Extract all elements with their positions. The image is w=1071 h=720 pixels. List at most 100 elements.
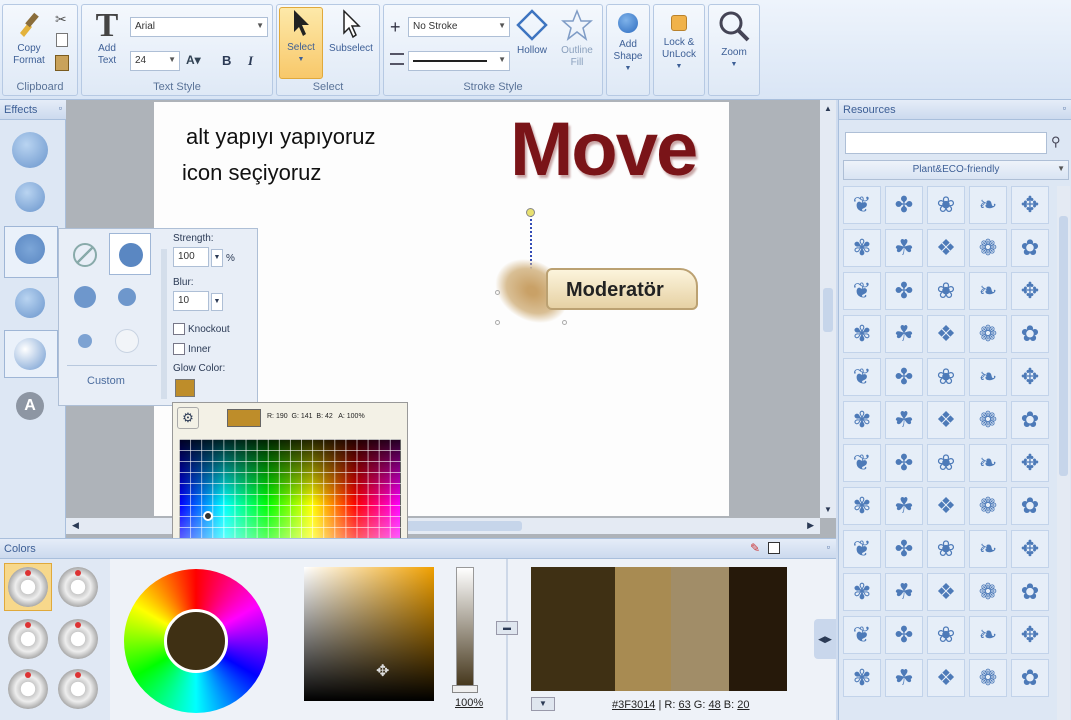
effect-reflection[interactable] bbox=[15, 288, 45, 318]
resource-leaf-item[interactable]: ✥ bbox=[1011, 272, 1049, 310]
font-size-select[interactable]: 24 ▼ bbox=[130, 51, 180, 71]
resource-leaf-item[interactable]: ✿ bbox=[1011, 315, 1049, 353]
custom-button[interactable]: Custom bbox=[87, 375, 125, 387]
no-fill-icon[interactable] bbox=[768, 542, 780, 554]
effect-bevel[interactable] bbox=[14, 338, 46, 370]
eyedropper-icon[interactable]: ✎ bbox=[750, 541, 760, 555]
resource-leaf-item[interactable]: ❖ bbox=[927, 315, 965, 353]
canvas-title-move[interactable]: Move bbox=[510, 106, 698, 193]
resource-leaf-item[interactable]: ✤ bbox=[885, 444, 923, 482]
glow-color-swatch[interactable] bbox=[175, 379, 195, 397]
resource-leaf-item[interactable]: ✤ bbox=[885, 530, 923, 568]
effect-glow[interactable] bbox=[15, 234, 45, 264]
resource-leaf-item[interactable]: ❦ bbox=[843, 444, 881, 482]
blur-input[interactable]: 10 bbox=[173, 291, 209, 311]
effect-shadow-1[interactable] bbox=[12, 132, 48, 168]
resource-leaf-item[interactable]: ❁ bbox=[969, 315, 1007, 353]
eyedropper-icon[interactable]: ⚙ bbox=[177, 407, 199, 429]
resource-leaf-item[interactable]: ❁ bbox=[969, 229, 1007, 267]
glow-none-option[interactable] bbox=[67, 237, 103, 273]
lock-unlock-button[interactable]: Lock & UnLock ▼ bbox=[654, 11, 704, 73]
collapse-panel-button[interactable]: ◀▶ bbox=[814, 619, 836, 659]
pin-icon[interactable]: ▫ bbox=[827, 542, 830, 552]
resource-leaf-item[interactable]: ❖ bbox=[927, 573, 965, 611]
resource-leaf-item[interactable]: ✤ bbox=[885, 358, 923, 396]
resource-leaf-item[interactable]: ❀ bbox=[927, 444, 965, 482]
resource-leaf-item[interactable]: ✥ bbox=[1011, 444, 1049, 482]
color-mode-knob[interactable] bbox=[8, 567, 48, 607]
resource-leaf-item[interactable]: ❁ bbox=[969, 659, 1007, 697]
resources-scrollbar[interactable] bbox=[1057, 186, 1070, 720]
scroll-thumb-horizontal[interactable] bbox=[406, 521, 522, 531]
pin-icon[interactable]: ▫ bbox=[1063, 103, 1066, 113]
resource-leaf-item[interactable]: ❖ bbox=[927, 229, 965, 267]
resource-leaf-item[interactable]: ☘ bbox=[885, 487, 923, 525]
color-swatch-3[interactable] bbox=[671, 567, 729, 691]
rotation-handle[interactable] bbox=[526, 208, 535, 217]
r-value[interactable]: 63 bbox=[678, 699, 690, 711]
hollow-button[interactable]: Hollow bbox=[512, 9, 552, 57]
resource-leaf-item[interactable]: ✿ bbox=[1011, 659, 1049, 697]
zoom-button[interactable]: Zoom ▼ bbox=[709, 9, 759, 71]
g-value[interactable]: 48 bbox=[708, 699, 720, 711]
effect-text-icon[interactable]: A bbox=[16, 392, 44, 420]
bold-button[interactable]: B bbox=[222, 53, 231, 68]
resource-leaf-item[interactable]: ❖ bbox=[927, 401, 965, 439]
font-family-select[interactable]: Arial ▼ bbox=[130, 17, 268, 37]
resource-leaf-item[interactable]: ✥ bbox=[1011, 616, 1049, 654]
strength-input[interactable]: 100 bbox=[173, 247, 209, 267]
resource-leaf-item[interactable]: ❁ bbox=[969, 401, 1007, 439]
text-align-button[interactable]: A▾ bbox=[186, 53, 201, 67]
resource-leaf-item[interactable]: ☘ bbox=[885, 229, 923, 267]
scroll-right-icon[interactable]: ▶ bbox=[807, 520, 814, 531]
opacity-thumb[interactable] bbox=[452, 685, 478, 693]
copy-icon[interactable] bbox=[56, 33, 68, 47]
line-style-select[interactable]: ▼ bbox=[408, 51, 510, 71]
resource-leaf-item[interactable]: ✾ bbox=[843, 401, 881, 439]
resource-leaf-item[interactable]: ✾ bbox=[843, 659, 881, 697]
resource-leaf-item[interactable]: ❀ bbox=[927, 358, 965, 396]
glow-preset-2[interactable] bbox=[67, 279, 103, 315]
color-swatch-1[interactable] bbox=[531, 567, 615, 691]
add-shape-button[interactable]: Add Shape ▼ bbox=[607, 11, 649, 75]
knockout-checkbox[interactable] bbox=[173, 323, 185, 335]
resource-leaf-item[interactable]: ❦ bbox=[843, 186, 881, 224]
strength-dropdown[interactable]: ▼ bbox=[211, 249, 223, 267]
selection-handle[interactable] bbox=[495, 320, 500, 325]
add-swatch-button[interactable]: ▬ bbox=[496, 621, 518, 635]
paste-icon[interactable] bbox=[55, 55, 69, 71]
cut-icon[interactable]: ✂ bbox=[55, 11, 67, 28]
color-swatch-2[interactable] bbox=[615, 567, 671, 691]
resource-leaf-item[interactable]: ❧ bbox=[969, 616, 1007, 654]
color-mode-knob[interactable] bbox=[8, 669, 48, 709]
resource-leaf-item[interactable]: ☘ bbox=[885, 659, 923, 697]
shade-square[interactable] bbox=[304, 567, 434, 701]
pin-icon[interactable]: ▫ bbox=[59, 103, 62, 113]
resource-leaf-item[interactable]: ❀ bbox=[927, 186, 965, 224]
resource-leaf-item[interactable]: ✾ bbox=[843, 573, 881, 611]
resource-leaf-item[interactable]: ❧ bbox=[969, 444, 1007, 482]
category-select[interactable]: Plant&ECO-friendly ▼ bbox=[843, 160, 1069, 180]
resource-leaf-item[interactable]: ❦ bbox=[843, 530, 881, 568]
italic-button[interactable]: I bbox=[248, 53, 253, 69]
effect-shadow-2[interactable] bbox=[15, 182, 45, 212]
resource-leaf-item[interactable]: ✾ bbox=[843, 487, 881, 525]
outline-fill-button[interactable]: Outline Fill bbox=[554, 8, 600, 69]
resource-leaf-item[interactable]: ❦ bbox=[843, 616, 881, 654]
resource-leaf-item[interactable]: ✿ bbox=[1011, 229, 1049, 267]
color-mode-knob[interactable] bbox=[58, 669, 98, 709]
resource-leaf-item[interactable]: ☘ bbox=[885, 401, 923, 439]
resource-leaf-item[interactable]: ❁ bbox=[969, 487, 1007, 525]
resource-leaf-item[interactable]: ❦ bbox=[843, 358, 881, 396]
select-button[interactable]: Select ▼ bbox=[279, 7, 323, 79]
stroke-select[interactable]: No Stroke ▼ bbox=[408, 17, 510, 37]
resource-leaf-item[interactable]: ❧ bbox=[969, 272, 1007, 310]
resource-leaf-item[interactable]: ✤ bbox=[885, 616, 923, 654]
moderator-tag[interactable]: Moderatör bbox=[546, 268, 698, 310]
resource-search-input[interactable] bbox=[845, 132, 1047, 154]
resource-leaf-item[interactable]: ❀ bbox=[927, 616, 965, 654]
resources-scroll-thumb[interactable] bbox=[1059, 216, 1068, 476]
scroll-down-icon[interactable]: ▼ bbox=[824, 505, 832, 514]
resource-leaf-item[interactable]: ✥ bbox=[1011, 358, 1049, 396]
color-mode-knob[interactable] bbox=[8, 619, 48, 659]
